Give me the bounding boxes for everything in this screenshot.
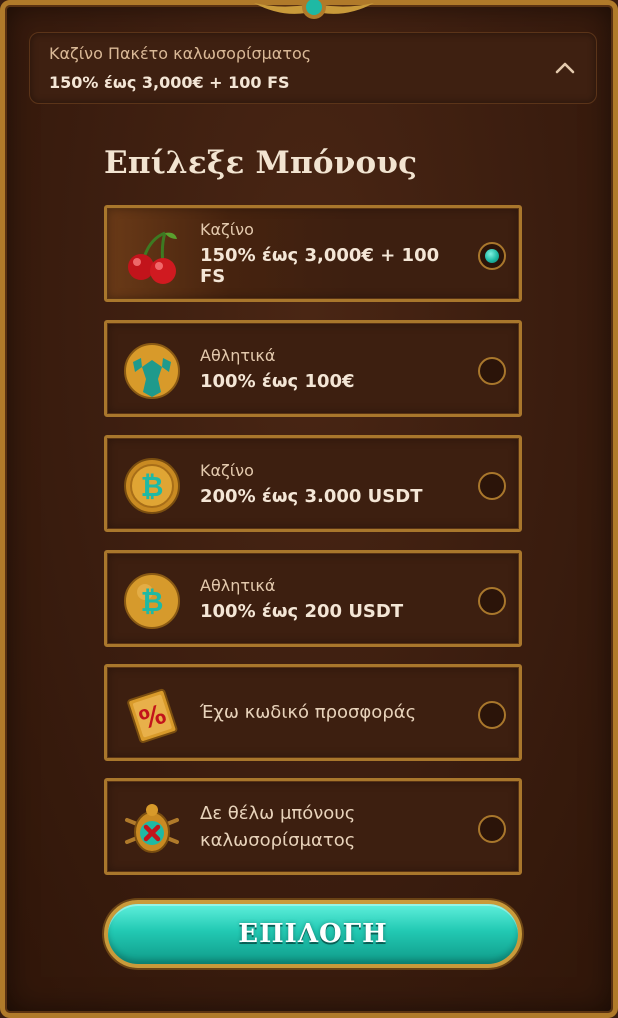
select-button[interactable]: ΕΠΙΛΟΓΗ bbox=[104, 900, 522, 968]
svg-text:₿: ₿ bbox=[141, 585, 164, 618]
welcome-package-dropdown[interactable]: Καζίνο Πακέτο καλωσορίσματος 150% έως 3,… bbox=[29, 32, 597, 104]
select-button-label: ΕΠΙΛΟΓΗ bbox=[238, 919, 388, 949]
option-radio[interactable] bbox=[478, 815, 506, 843]
option-radio[interactable] bbox=[478, 587, 506, 615]
bitcoin-coin-icon: ₿ bbox=[124, 458, 180, 514]
cherries-icon bbox=[128, 231, 177, 284]
option-category: Αθλητικά bbox=[200, 575, 276, 595]
bonus-option-sports-100[interactable]: Αθλητικά 100% έως 100€ bbox=[104, 320, 522, 417]
option-radio[interactable] bbox=[478, 357, 506, 385]
option-value: 200% έως 3.000 USDT bbox=[200, 485, 423, 507]
option-value: 100% έως 200 USDT bbox=[200, 600, 404, 622]
option-category: Αθλητικά bbox=[200, 345, 276, 365]
bitcoin-ball-icon: ₿ bbox=[124, 573, 180, 629]
winged-gem-ornament-icon bbox=[254, 0, 374, 19]
package-offer: 150% έως 3,000€ + 100 FS bbox=[49, 73, 290, 92]
option-radio[interactable] bbox=[478, 242, 506, 270]
option-category: Καζίνο bbox=[200, 220, 254, 239]
bonus-panel: Καζίνο Πακέτο καλωσορίσματος 150% έως 3,… bbox=[0, 0, 618, 1018]
option-label-line1: Δε θέλω μπόνους bbox=[200, 802, 356, 824]
bonus-option-no-bonus[interactable]: Δε θέλω μπόνους καλωσορίσματος bbox=[104, 778, 522, 875]
page-title: Επίλεξε Μπόνους bbox=[104, 145, 418, 181]
package-subtitle: Καζίνο Πακέτο καλωσορίσματος bbox=[49, 44, 312, 63]
bonus-option-casino-usdt[interactable]: ₿ Καζίνο 200% έως 3.000 USDT bbox=[104, 435, 522, 532]
option-radio[interactable] bbox=[478, 701, 506, 729]
option-category: Καζίνο bbox=[200, 460, 254, 480]
bonus-option-promo-code[interactable]: % Έχω κωδικό προσφοράς bbox=[104, 664, 522, 761]
option-value: 100% έως 100€ bbox=[200, 370, 355, 392]
scarab-cross-icon bbox=[125, 804, 179, 853]
soccer-ball-icon bbox=[124, 343, 180, 399]
svg-text:₿: ₿ bbox=[141, 470, 164, 503]
option-radio[interactable] bbox=[478, 472, 506, 500]
option-label: Έχω κωδικό προσφοράς bbox=[200, 702, 417, 723]
percent-tablet-icon: % bbox=[127, 688, 178, 743]
bonus-option-casino-150[interactable]: Καζίνο 150% έως 3,000€ + 100 FS bbox=[104, 205, 522, 302]
option-value: 150% έως 3,000€ + 100 FS bbox=[200, 245, 440, 287]
chevron-up-icon[interactable] bbox=[554, 57, 576, 79]
option-label-line2: καλωσορίσματος bbox=[200, 829, 356, 851]
bonus-option-sports-usdt[interactable]: ₿ Αθλητικά 100% έως 200 USDT bbox=[104, 550, 522, 647]
